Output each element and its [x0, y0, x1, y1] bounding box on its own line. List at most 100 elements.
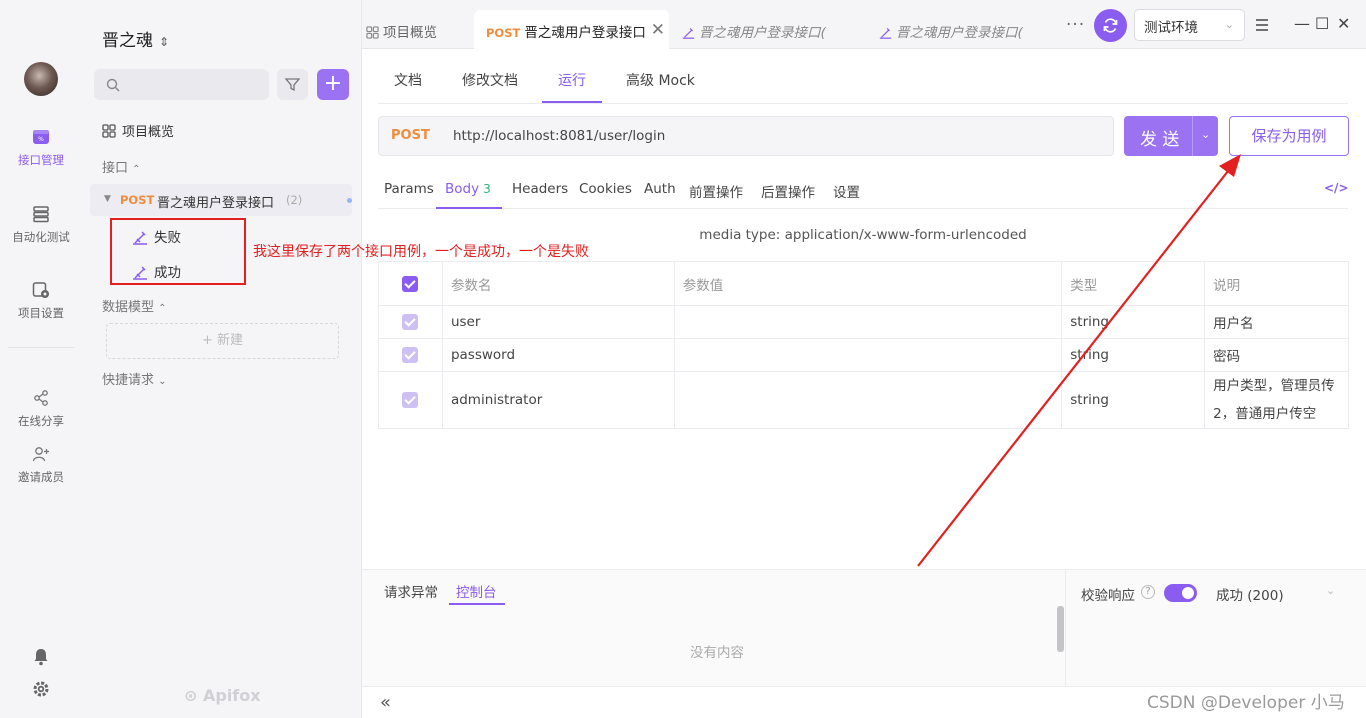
case-count: (2) — [286, 193, 303, 207]
chevron-up-icon: ⌃ — [158, 303, 167, 314]
status-dot — [347, 198, 352, 203]
tab-active-api[interactable]: POST 晋之魂用户登录接口 ✕ — [474, 10, 669, 49]
code-icon[interactable]: </> — [1324, 181, 1349, 195]
tab-label: Body — [445, 181, 480, 197]
tab-body[interactable]: Body 3 — [445, 181, 491, 197]
subtab-doc[interactable]: 文档 — [394, 70, 422, 90]
window-close-icon[interactable]: ✕ — [1337, 14, 1350, 33]
param-tab-divider — [378, 208, 1348, 209]
param-name[interactable]: user — [441, 305, 675, 339]
param-type[interactable]: string — [1061, 305, 1206, 339]
checkbox[interactable] — [402, 347, 419, 363]
tab-pre-processors[interactable]: 前置操作 — [689, 181, 743, 201]
chevron-down-icon[interactable]: ⌄ — [1201, 128, 1210, 141]
tab-settings[interactable]: 设置 — [833, 181, 860, 201]
response-select[interactable]: 成功 (200) — [1216, 584, 1284, 604]
invite-member-icon — [32, 447, 49, 462]
close-icon[interactable]: ✕ — [651, 20, 665, 40]
tab-params[interactable]: Params — [384, 181, 434, 197]
search-input[interactable] — [94, 69, 269, 100]
empty-state: 没有内容 — [690, 645, 744, 661]
hamburger-menu-icon[interactable] — [1248, 12, 1276, 38]
add-button[interactable]: + — [317, 69, 349, 100]
request-method[interactable]: POST — [391, 128, 430, 143]
table-row: user string 用户名 — [378, 305, 1349, 339]
checkbox[interactable] — [402, 275, 419, 292]
rail-item-invite[interactable]: 邀请成员 — [0, 445, 82, 485]
chevron-up-down-icon: ⇕ — [159, 35, 170, 49]
subtab-advanced-mock[interactable]: 高级 Mock — [626, 70, 695, 90]
param-type[interactable]: string — [1061, 371, 1206, 429]
subtab-run[interactable]: 运行 — [558, 70, 586, 90]
filter-icon — [285, 78, 300, 92]
checkbox[interactable] — [402, 314, 419, 330]
scrollbar[interactable] — [1057, 606, 1064, 652]
tab-case-1[interactable]: 晋之魂用户登录接口( — [682, 10, 862, 49]
sync-button[interactable] — [1094, 9, 1127, 42]
tab-overview[interactable]: 项目概览 — [366, 10, 466, 49]
rail-item-automation-test[interactable]: 自动化测试 — [0, 205, 82, 245]
tree-section-model[interactable]: 数据模型 ⌃ — [102, 296, 167, 315]
section-label: 接口 — [102, 161, 129, 176]
send-button[interactable]: 发 送 ⌄ — [1124, 116, 1218, 156]
tree-item-api[interactable]: ▼ POST 晋之魂用户登录接口 (2) — [90, 184, 352, 216]
url-bar[interactable]: POST http://localhost:8081/user/login — [378, 116, 1114, 156]
annotation-box — [110, 218, 246, 285]
tab-headers[interactable]: Headers — [512, 181, 568, 197]
rail-item-share[interactable]: 在线分享 — [0, 389, 82, 429]
caret-down-icon: ▼ — [104, 194, 111, 204]
tab-console[interactable]: 控制台 — [456, 581, 497, 601]
row-checkbox-cell[interactable] — [378, 338, 443, 372]
tree-section-quick[interactable]: 快捷请求 ⌄ — [102, 369, 167, 388]
send-divider — [1192, 116, 1193, 156]
brand-name: Apifox — [202, 686, 261, 705]
checkbox[interactable] — [402, 392, 419, 408]
tab-request-error[interactable]: 请求异常 — [384, 581, 438, 601]
param-value[interactable] — [673, 338, 1063, 372]
select-all-checkbox[interactable] — [378, 261, 443, 306]
verify-toggle[interactable] — [1164, 584, 1197, 602]
collapse-sidebar-icon[interactable]: « — [380, 692, 391, 713]
table-row: password string 密码 — [378, 338, 1349, 372]
row-checkbox-cell[interactable] — [378, 305, 443, 339]
filter-button[interactable] — [277, 69, 308, 100]
tree-section-api[interactable]: 接口 ⌃ — [102, 157, 141, 176]
param-value[interactable] — [673, 305, 1063, 339]
environment-select[interactable]: 测试环境 ⌄ — [1134, 9, 1245, 41]
param-value[interactable] — [673, 371, 1063, 429]
param-name[interactable]: administrator — [441, 371, 675, 429]
rail-item-project-settings[interactable]: 项目设置 — [0, 281, 82, 321]
save-as-case-button[interactable]: 保存为用例 — [1229, 116, 1349, 156]
left-rail: % 接口管理 自动化测试 项目设置 在线分享 邀请成员 — [0, 0, 82, 718]
rail-item-api-management[interactable]: % 接口管理 — [0, 128, 82, 168]
tab-auth[interactable]: Auth — [644, 181, 676, 197]
minimize-icon[interactable]: — — [1294, 14, 1310, 33]
more-tabs-button[interactable]: ··· — [1066, 15, 1085, 35]
tab-cookies[interactable]: Cookies — [579, 181, 632, 197]
param-desc[interactable]: 密码 — [1204, 338, 1349, 372]
annotation-note: 我这里保存了两个接口用例，一个是成功，一个是失败 — [253, 244, 589, 260]
new-model-button[interactable]: + 新建 — [106, 323, 339, 359]
help-icon[interactable]: ? — [1141, 585, 1155, 599]
column-header: 参数值 — [673, 261, 1063, 306]
tab-post-processors[interactable]: 后置操作 — [761, 181, 815, 201]
gear-icon[interactable] — [32, 680, 50, 698]
test-case-icon — [682, 28, 695, 39]
apifox-logo: ⊙ Apifox — [184, 686, 261, 705]
tab-case-2[interactable]: 晋之魂用户登录接口( — [879, 10, 1059, 49]
url-input[interactable]: http://localhost:8081/user/login — [453, 128, 665, 144]
column-header: 说明 — [1204, 261, 1349, 306]
row-checkbox-cell[interactable] — [378, 371, 443, 429]
bell-icon[interactable] — [33, 648, 49, 666]
project-settings-icon — [32, 282, 49, 298]
project-switcher[interactable]: 晋之魂 ⇕ — [102, 26, 169, 51]
tree-item-overview[interactable]: 项目概览 — [102, 121, 174, 140]
avatar[interactable] — [24, 62, 58, 96]
param-desc[interactable]: 用户名 — [1204, 305, 1349, 339]
subtab-edit-doc[interactable]: 修改文档 — [462, 70, 518, 90]
chevron-down-icon[interactable]: ⌄ — [1326, 584, 1335, 597]
param-name[interactable]: password — [441, 338, 675, 372]
param-type[interactable]: string — [1061, 338, 1206, 372]
maximize-icon[interactable]: ☐ — [1315, 14, 1329, 33]
param-desc[interactable]: 用户类型，管理员传2，普通用户传空 — [1204, 371, 1349, 429]
